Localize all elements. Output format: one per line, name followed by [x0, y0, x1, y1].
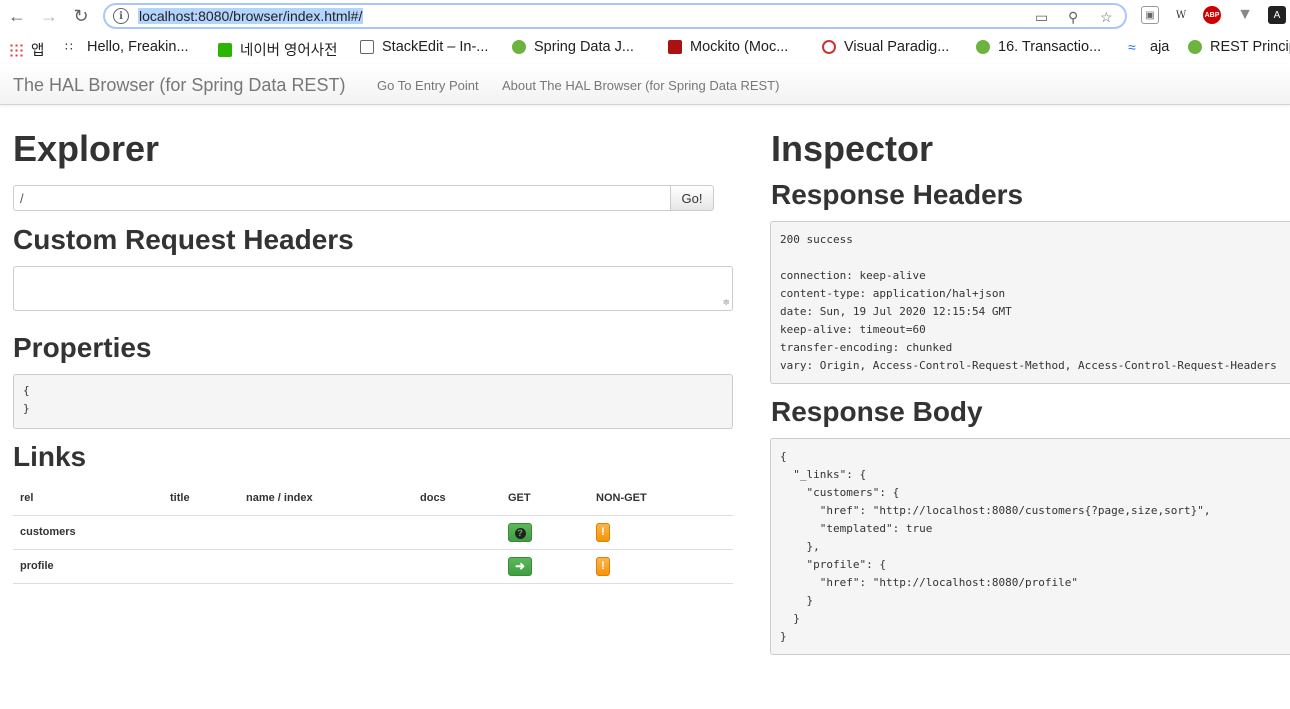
question-icon: ? — [514, 527, 526, 539]
get-cell: ➜ — [501, 549, 589, 584]
exclamation-icon: ! — [601, 525, 605, 538]
forward-icon[interactable]: → — [38, 5, 60, 27]
url-input[interactable] — [13, 185, 671, 211]
reload-icon[interactable]: ↻ — [70, 5, 92, 27]
bookmark-label: 16. Transactio... — [998, 39, 1102, 55]
rel-cell: customers — [13, 515, 163, 550]
cast-icon[interactable]: ▭ — [1035, 9, 1048, 26]
non-get-button[interactable]: ! — [596, 556, 610, 576]
col-docs: docs — [413, 481, 501, 516]
table-row: customers ? ! — [13, 515, 733, 550]
custom-headers-title: Custom Request Headers — [13, 224, 354, 255]
extension-a-icon[interactable]: A — [1268, 6, 1286, 24]
response-headers-title: Response Headers — [771, 179, 1024, 210]
response-headers-body: 200 success connection: keep-alive conte… — [770, 221, 1290, 384]
arrow-right-icon: ➜ — [514, 558, 526, 573]
extension-wiki-icon[interactable]: W — [1172, 6, 1190, 24]
links-table: rel title name / index docs GET NON-GET … — [13, 481, 733, 584]
resize-handle-icon[interactable]: ≑ — [722, 297, 730, 308]
bookmark-item[interactable]: Mockito (Moc... — [668, 39, 788, 55]
docs-cell — [413, 515, 501, 550]
col-get: GET — [501, 481, 589, 516]
bookmark-label: Visual Paradig... — [844, 39, 950, 55]
bookmark-item[interactable]: 네이버 영어사전 — [218, 39, 337, 60]
bookmark-item[interactable]: StackEdit – In-... — [360, 39, 488, 55]
properties-body: { } — [13, 374, 733, 429]
links-title: Links — [13, 441, 87, 472]
non-get-cell: ! — [589, 549, 733, 584]
bookmark-label: Hello, Freakin... — [87, 39, 189, 55]
dots-icon: ∷ — [65, 40, 73, 54]
col-name-index: name / index — [239, 481, 413, 516]
docs-cell — [413, 549, 501, 584]
bookmark-item[interactable]: ≈ aja — [1128, 39, 1169, 55]
rel-cell: profile — [13, 549, 163, 584]
address-url: localhost:8080/browser/index.html#/ — [138, 8, 364, 24]
non-get-button[interactable]: ! — [596, 522, 610, 542]
address-bar[interactable]: i localhost:8080/browser/index.html#/ ▭ … — [103, 3, 1127, 29]
table-row: profile ➜ ! — [13, 549, 733, 584]
extension-v-icon[interactable]: ▼ — [1236, 6, 1254, 24]
response-body-title: Response Body — [771, 396, 983, 427]
adblock-icon[interactable]: ABP — [1203, 6, 1221, 24]
bookmark-item[interactable]: Spring Data J... — [512, 39, 634, 55]
bookmark-label: aja — [1150, 39, 1170, 55]
back-icon[interactable]: ← — [6, 5, 28, 27]
response-body: { "_links": { "customers": { "href": "ht… — [770, 438, 1290, 655]
properties-title: Properties — [13, 332, 152, 363]
mockito-icon — [668, 40, 682, 54]
naver-icon — [218, 42, 232, 57]
inspector-title: Inspector — [771, 128, 934, 169]
bookmark-item[interactable]: Visual Paradig... — [822, 39, 949, 55]
spring-icon — [512, 40, 526, 54]
col-title: title — [163, 481, 239, 516]
bookmark-label: Spring Data J... — [534, 39, 634, 55]
apps-grid-icon — [9, 42, 23, 57]
bookmarks-bar: 앱 ∷ Hello, Freakin... 네이버 영어사전 StackEdit … — [0, 36, 1290, 62]
entry-point-link[interactable]: Go To Entry Point — [377, 78, 479, 93]
zoom-icon[interactable]: ⚲ — [1068, 9, 1078, 26]
custom-headers-textarea[interactable]: ≑ — [13, 266, 733, 311]
name-cell — [239, 515, 413, 550]
extension-screen-icon[interactable]: ▣ — [1141, 6, 1159, 24]
visual-paradigm-icon — [822, 40, 836, 54]
bookmark-label: Mockito (Moc... — [690, 39, 789, 55]
explorer-title: Explorer — [13, 128, 160, 169]
wave-icon: ≈ — [1128, 39, 1136, 55]
go-button[interactable]: Go! — [670, 185, 714, 211]
hal-navbar: The HAL Browser (for Spring Data REST) G… — [0, 64, 1290, 105]
bookmark-label: 네이버 영어사전 — [240, 43, 338, 59]
get-question-button[interactable]: ? — [508, 522, 532, 542]
bookmark-item[interactable]: REST Princip — [1188, 39, 1290, 55]
col-rel: rel — [13, 481, 163, 516]
title-cell — [163, 549, 239, 584]
browser-chrome: ← → ↻ i localhost:8080/browser/index.htm… — [0, 0, 1290, 64]
bookmark-label: 앱 — [31, 43, 45, 59]
spring-icon — [976, 40, 990, 54]
non-get-cell: ! — [589, 515, 733, 550]
table-header-row: rel title name / index docs GET NON-GET — [13, 481, 733, 516]
name-cell — [239, 549, 413, 584]
site-info-icon[interactable]: i — [113, 8, 129, 24]
get-follow-button[interactable]: ➜ — [508, 556, 532, 576]
bookmark-star-icon[interactable]: ☆ — [1100, 9, 1113, 26]
bookmark-label: StackEdit – In-... — [382, 39, 489, 55]
spring-icon — [1188, 40, 1202, 54]
about-link[interactable]: About The HAL Browser (for Spring Data R… — [502, 78, 779, 93]
stackedit-icon — [360, 40, 374, 54]
bookmark-apps[interactable]: 앱 — [9, 39, 44, 60]
col-non-get: NON-GET — [589, 481, 733, 516]
bookmark-label: REST Princip — [1210, 39, 1290, 55]
brand-title[interactable]: The HAL Browser (for Spring Data REST) — [13, 75, 345, 96]
get-cell: ? — [501, 515, 589, 550]
exclamation-icon: ! — [601, 559, 605, 572]
title-cell — [163, 515, 239, 550]
bookmark-item[interactable]: ∷ Hello, Freakin... — [65, 39, 189, 55]
bookmark-item[interactable]: 16. Transactio... — [976, 39, 1101, 55]
